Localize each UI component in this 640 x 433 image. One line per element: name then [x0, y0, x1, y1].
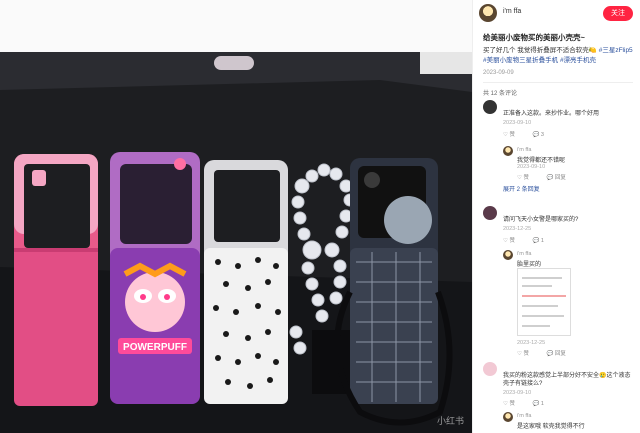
like-label: 赞 — [509, 401, 515, 407]
post-tag[interactable]: #美丽小废物三星折叠手机 — [483, 57, 558, 64]
author-name[interactable]: i'm ffa — [503, 8, 521, 15]
reply-avatar[interactable] — [503, 146, 513, 156]
white-case — [204, 160, 288, 404]
comment-item: 我买的粉这款感觉上半部分好不安全🥲这个液态壳子有链接么? 2023-09-10 … — [483, 362, 635, 410]
reply-count-icon[interactable]: 💬 3 — [533, 132, 552, 138]
comment-item: 请问飞天小女警是哪家买的? 2023-12-25 ♡ 赞 💬 1 — [483, 206, 635, 246]
reply-count: 1 — [540, 238, 544, 244]
comment-date: 2023-12-25 — [503, 226, 532, 232]
comment-text: 我买的粉这款感觉上半部分好不安全🥲这个液态壳子有链接么? — [503, 373, 631, 387]
comment-text: 正准备入这款。来抄作业。哪个好用 — [503, 111, 600, 117]
commenter-avatar[interactable] — [483, 362, 497, 376]
post-tag[interactable]: #漂亮手机壳 — [560, 57, 596, 64]
like-icon[interactable]: ♡ 赞 — [503, 132, 523, 138]
svg-text:POWERPUFF: POWERPUFF — [123, 342, 187, 353]
reply-date: 2023-12-25 — [517, 340, 546, 346]
comment-count: 共 12 条评论 — [483, 91, 518, 97]
comment-item: 正准备入这款。来抄作业。哪个好用 2023-09-10 ♡ 赞 💬 3 — [483, 100, 635, 140]
reply-count: 3 — [540, 132, 544, 138]
reply-avatar[interactable] — [503, 412, 513, 422]
comment-text: 请问飞天小女警是哪家买的? — [503, 217, 579, 223]
reply-actions: ♡ 赞 💬 回复 — [517, 173, 582, 181]
reply-author-name[interactable]: i'm ffa — [517, 413, 531, 419]
like-icon[interactable]: ♡ 赞 — [517, 351, 537, 357]
reply-label: 回复 — [554, 175, 566, 181]
like-label: 赞 — [523, 175, 529, 181]
author-avatar[interactable] — [479, 4, 497, 22]
like-icon[interactable]: ♡ 赞 — [503, 238, 523, 244]
like-icon[interactable]: ♡ 赞 — [517, 175, 537, 181]
reply-count: 1 — [540, 401, 544, 407]
post-body-text: 买了好几个 我觉得折叠屏不适合软壳🍋 — [483, 47, 597, 54]
post-detail-panel: i'm ffa 关注 给美丽小废物买的美丽小壳壳~ 买了好几个 我觉得折叠屏不适… — [472, 0, 640, 433]
follow-button[interactable]: 关注 — [603, 6, 633, 21]
post-date: 2023-09-09 — [483, 70, 514, 76]
dark-pattern-case — [334, 158, 453, 426]
reply-actions: ♡ 赞 💬 回复 — [517, 349, 582, 357]
reply-icon[interactable]: 💬 回复 — [547, 175, 574, 181]
reply-avatar[interactable] — [503, 250, 513, 260]
reply-author-name[interactable]: i'm ffa — [517, 147, 531, 153]
comment-date: 2023-09-10 — [503, 390, 532, 396]
expand-replies-link[interactable]: 展开 2 条回复 — [503, 184, 540, 193]
comment-actions: ♡ 赞 💬 1 — [503, 399, 560, 407]
commenter-avatar[interactable] — [483, 206, 497, 220]
phone-cases-illustration: POWERPUFF — [0, 52, 472, 433]
purple-case: POWERPUFF — [110, 152, 200, 404]
reply-icon[interactable]: 💬 回复 — [547, 351, 574, 357]
reply-count-icon[interactable]: 💬 1 — [533, 401, 552, 407]
comment-actions: ♡ 赞 💬 1 — [503, 236, 560, 244]
reply-date: 2023-09-10 — [517, 164, 546, 170]
reply-count-icon[interactable]: 💬 1 — [533, 238, 552, 244]
post-tag[interactable]: #三星zFlip5 — [599, 47, 633, 54]
reply-author-name[interactable]: i'm ffa — [517, 251, 531, 257]
comment-actions: ♡ 赞 💬 3 — [503, 130, 560, 138]
like-label: 赞 — [509, 238, 515, 244]
reply-label: 回复 — [554, 351, 566, 357]
reply-item: i'm ffa 胎里买的 2023-12-25 ♡ 赞 💬 回复 — [503, 250, 633, 358]
post-photo[interactable]: POWERPUFF 小红书 — [0, 52, 472, 433]
comment-date: 2023-09-10 — [503, 120, 532, 126]
like-label: 赞 — [509, 132, 515, 138]
pink-case — [14, 154, 98, 406]
reply-item: i'm ffa 是这家哦 软壳我觉得不行 — [503, 412, 633, 432]
post-body: 买了好几个 我觉得折叠屏不适合软壳🍋 #三星zFlip5 #美丽小废物三星折叠手… — [483, 46, 637, 66]
reply-text: 胎里买的 — [517, 262, 542, 268]
reply-text: 是这家哦 软壳我觉得不行 — [517, 424, 585, 430]
author-row: i'm ffa 关注 — [479, 4, 635, 24]
photo-top-margin — [0, 0, 472, 52]
like-icon[interactable]: ♡ 赞 — [503, 401, 523, 407]
photo-viewer[interactable]: POWERPUFF 小红书 — [0, 0, 472, 433]
divider — [483, 82, 633, 83]
like-label: 赞 — [523, 351, 529, 357]
reply-screenshot-image[interactable] — [517, 268, 571, 336]
reply-item: i'm ffa 我觉得都还不错呢 2023-09-10 ♡ 赞 💬 回复 — [503, 146, 633, 182]
post-title: 给美丽小废物买的美丽小壳壳~ — [483, 33, 585, 42]
watermark: 小红书 — [436, 416, 464, 426]
reply-text: 我觉得都还不错呢 — [517, 158, 566, 164]
commenter-avatar[interactable] — [483, 100, 497, 114]
